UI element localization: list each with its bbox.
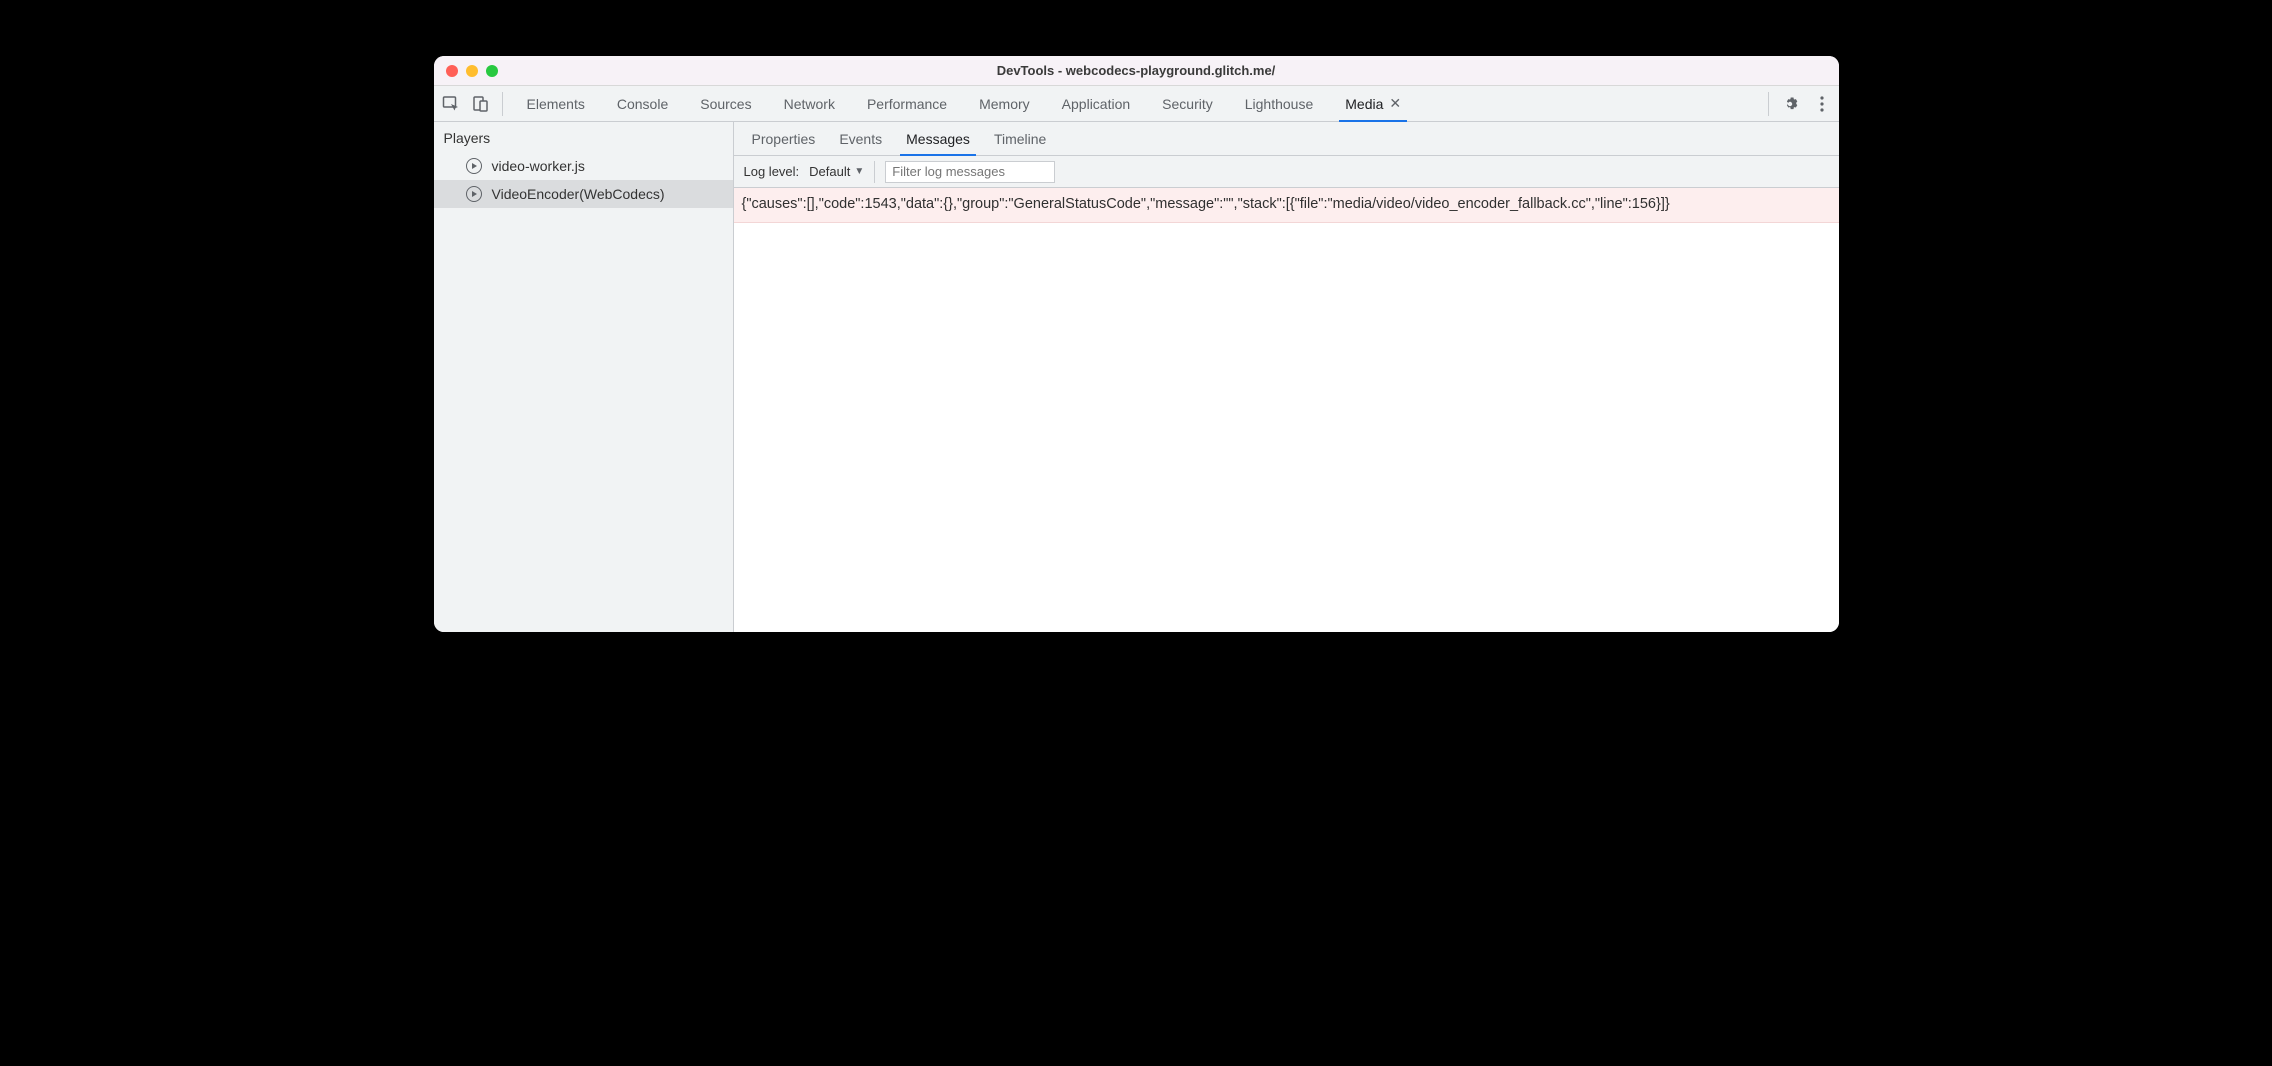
tab-label: Memory xyxy=(979,96,1030,112)
tab-label: Media xyxy=(1345,96,1383,112)
tab-label: Security xyxy=(1162,96,1213,112)
chevron-down-icon: ▼ xyxy=(854,166,864,177)
subtab-events[interactable]: Events xyxy=(827,122,894,155)
tab-sources[interactable]: Sources xyxy=(684,86,767,121)
players-sidebar: Players video-worker.js VideoEncoder(WebC… xyxy=(434,122,734,632)
toolbar-left xyxy=(442,92,503,116)
close-icon[interactable]: ✕ xyxy=(1389,95,1401,112)
loglevel-label: Log level: xyxy=(744,164,800,179)
tab-label: Elements xyxy=(527,96,585,112)
device-toolbar-icon[interactable] xyxy=(472,95,490,113)
player-item[interactable]: video-worker.js xyxy=(434,152,733,180)
player-label: VideoEncoder(WebCodecs) xyxy=(492,186,665,202)
zoom-window-button[interactable] xyxy=(486,65,498,77)
tab-security[interactable]: Security xyxy=(1146,86,1229,121)
tab-performance[interactable]: Performance xyxy=(851,86,963,121)
main-toolbar: Elements Console Sources Network Performance… xyxy=(434,86,1839,122)
tab-memory[interactable]: Memory xyxy=(963,86,1046,121)
subtab-messages[interactable]: Messages xyxy=(894,122,982,155)
play-icon xyxy=(466,158,482,174)
tab-network[interactable]: Network xyxy=(768,86,851,121)
tab-application[interactable]: Application xyxy=(1046,86,1147,121)
loglevel-value: Default xyxy=(809,164,850,179)
window-title: DevTools - webcodecs-playground.glitch.m… xyxy=(434,63,1839,78)
messages-list: {"causes":[],"code":1543,"data":{},"grou… xyxy=(734,188,1839,632)
sidebar-header: Players xyxy=(434,122,733,152)
filter-bar: Log level: Default ▼ xyxy=(734,156,1839,188)
tab-lighthouse[interactable]: Lighthouse xyxy=(1229,86,1330,121)
tab-label: Application xyxy=(1062,96,1131,112)
tab-label: Lighthouse xyxy=(1245,96,1314,112)
loglevel-select[interactable]: Default ▼ xyxy=(809,161,875,183)
close-window-button[interactable] xyxy=(446,65,458,77)
devtools-window: DevTools - webcodecs-playground.glitch.m… xyxy=(434,56,1839,632)
media-subtabs: PropertiesEventsMessagesTimeline xyxy=(734,122,1839,156)
player-item[interactable]: VideoEncoder(WebCodecs) xyxy=(434,180,733,208)
minimize-window-button[interactable] xyxy=(466,65,478,77)
subtab-properties[interactable]: Properties xyxy=(740,122,828,155)
window-controls xyxy=(446,65,498,77)
tab-label: Performance xyxy=(867,96,947,112)
tab-console[interactable]: Console xyxy=(601,86,684,121)
main-panel: PropertiesEventsMessagesTimeline Log lev… xyxy=(734,122,1839,632)
play-icon xyxy=(466,186,482,202)
tab-media[interactable]: Media ✕ xyxy=(1329,86,1417,121)
more-icon[interactable] xyxy=(1813,95,1831,113)
tab-label: Sources xyxy=(700,96,751,112)
inspect-element-icon[interactable] xyxy=(442,95,460,113)
tab-label: Console xyxy=(617,96,668,112)
content-body: Players video-worker.js VideoEncoder(WebC… xyxy=(434,122,1839,632)
player-label: video-worker.js xyxy=(492,158,585,174)
settings-icon[interactable] xyxy=(1781,95,1799,113)
filter-input[interactable] xyxy=(885,161,1055,183)
tab-label: Network xyxy=(784,96,835,112)
message-row[interactable]: {"causes":[],"code":1543,"data":{},"grou… xyxy=(734,188,1839,223)
players-list: video-worker.js VideoEncoder(WebCodecs) xyxy=(434,152,733,208)
titlebar: DevTools - webcodecs-playground.glitch.m… xyxy=(434,56,1839,86)
panel-tabs: Elements Console Sources Network Performance… xyxy=(511,86,1768,121)
subtab-timeline[interactable]: Timeline xyxy=(982,122,1058,155)
tab-elements[interactable]: Elements xyxy=(511,86,601,121)
toolbar-right xyxy=(1768,92,1831,116)
